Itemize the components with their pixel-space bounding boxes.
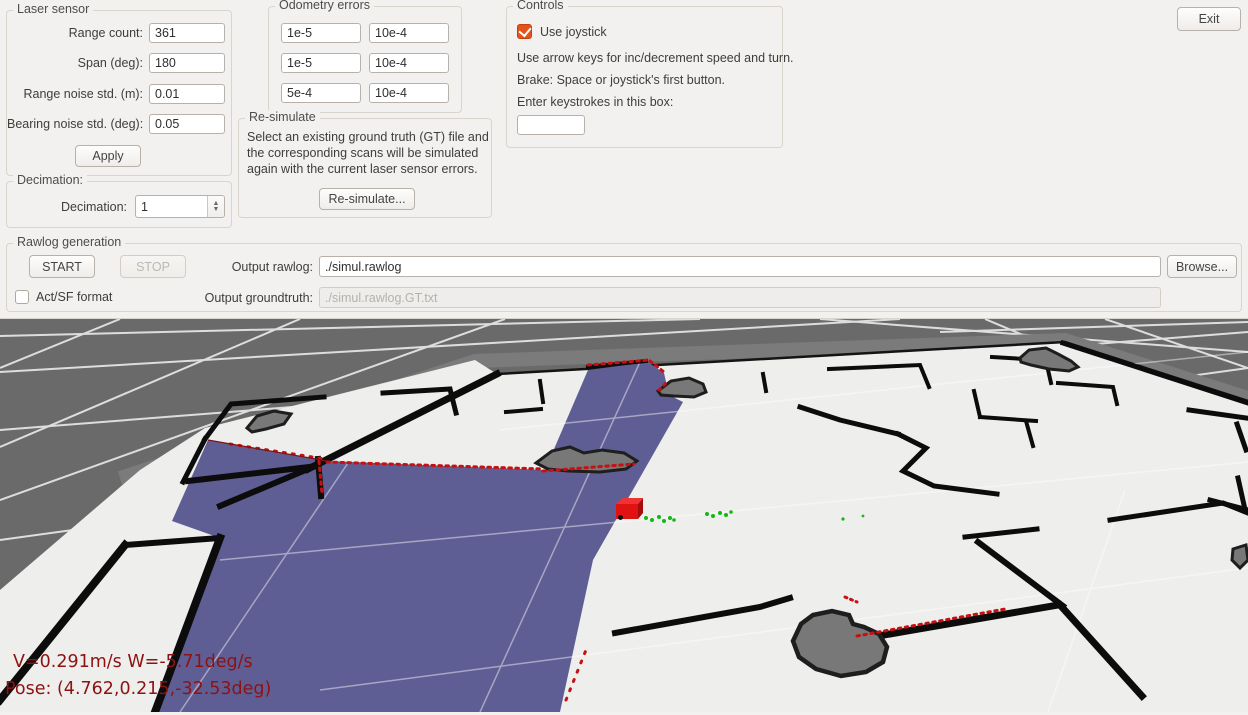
output-groundtruth-label: Output groundtruth: <box>187 288 313 308</box>
decimation-label: Decimation: <box>7 197 127 217</box>
output-rawlog-field[interactable] <box>319 256 1161 277</box>
odometry-row3-a-field[interactable] <box>281 83 361 103</box>
decimation-stepper[interactable]: ▲▼ <box>135 195 225 218</box>
hud-pose-text: Pose: (4.762,0.215,-32.53deg) <box>5 679 271 699</box>
resimulate-desc-line1: Select an existing ground truth (GT) fil… <box>247 130 489 144</box>
keystroke-input[interactable] <box>517 115 585 135</box>
odometry-xy-x-field[interactable] <box>281 23 361 43</box>
exit-button[interactable]: Exit <box>1177 7 1241 31</box>
stop-button[interactable]: STOP <box>120 255 186 278</box>
decimation-input[interactable] <box>136 196 206 217</box>
decimation-group: Decimation: Decimation: ▲▼ <box>6 181 232 228</box>
controls-title: Controls <box>513 0 568 12</box>
browse-button[interactable]: Browse... <box>1167 255 1237 278</box>
range-noise-label: Range noise std. (m): <box>7 84 143 104</box>
resimulate-button[interactable]: Re-simulate... <box>319 188 415 210</box>
odometry-row3-b-field[interactable] <box>369 83 449 103</box>
odometry-row2-b-field[interactable] <box>369 53 449 73</box>
actsf-format-label: Act/SF format <box>36 290 112 304</box>
span-field[interactable] <box>149 53 225 73</box>
controls-hint-keystrokes: Enter keystrokes in this box: <box>517 95 673 109</box>
odometry-xy-y-field[interactable] <box>369 23 449 43</box>
range-noise-field[interactable] <box>149 84 225 104</box>
spinner-arrows-icon[interactable]: ▲▼ <box>207 196 224 217</box>
settings-panel: Laser sensor Range count: Span (deg): Ra… <box>0 0 1248 319</box>
hud-velocity-text: V=0.291m/s W=-5.71deg/s <box>13 652 253 672</box>
simulator-3d-viewport[interactable]: V=0.291m/s W=-5.71deg/s Pose: (4.762,0.2… <box>0 319 1248 712</box>
decimation-title: Decimation: <box>13 173 87 187</box>
output-groundtruth-field[interactable] <box>319 287 1161 308</box>
rawlog-generation-title: Rawlog generation <box>13 235 125 249</box>
odometry-errors-title: Odometry errors <box>275 0 374 12</box>
controls-hint-arrows: Use arrow keys for inc/decrement speed a… <box>517 51 794 65</box>
output-rawlog-label: Output rawlog: <box>187 257 313 277</box>
use-joystick-checkbox[interactable] <box>517 24 532 39</box>
controls-group: Controls Use joystick Use arrow keys for… <box>506 6 783 148</box>
gridmap-3d-scene: V=0.291m/s W=-5.71deg/s Pose: (4.762,0.2… <box>0 319 1248 712</box>
resimulate-desc-line2: the corresponding scans will be simulate… <box>247 146 478 160</box>
robot-marker <box>616 498 643 520</box>
range-count-field[interactable] <box>149 23 225 43</box>
controls-hint-brake: Brake: Space or joystick's first button. <box>517 73 725 87</box>
use-joystick-label: Use joystick <box>540 25 607 39</box>
span-label: Span (deg): <box>7 53 143 73</box>
resimulate-group: Re-simulate Select an existing ground tr… <box>238 118 492 218</box>
resimulate-title: Re-simulate <box>245 110 320 124</box>
rawlog-generation-group: Rawlog generation START STOP Output rawl… <box>6 243 1242 312</box>
odometry-errors-group: Odometry errors <box>268 6 462 113</box>
actsf-format-checkbox[interactable] <box>15 290 29 304</box>
bearing-noise-label: Bearing noise std. (deg): <box>7 114 143 134</box>
laser-sensor-title: Laser sensor <box>13 2 93 16</box>
start-button[interactable]: START <box>29 255 95 278</box>
robot-wheel <box>618 515 623 520</box>
laser-sensor-group: Laser sensor Range count: Span (deg): Ra… <box>6 10 232 176</box>
odometry-row2-a-field[interactable] <box>281 53 361 73</box>
apply-button[interactable]: Apply <box>75 145 141 167</box>
range-count-label: Range count: <box>7 23 143 43</box>
resimulate-desc-line3: again with the current laser sensor erro… <box>247 162 478 176</box>
bearing-noise-field[interactable] <box>149 114 225 134</box>
